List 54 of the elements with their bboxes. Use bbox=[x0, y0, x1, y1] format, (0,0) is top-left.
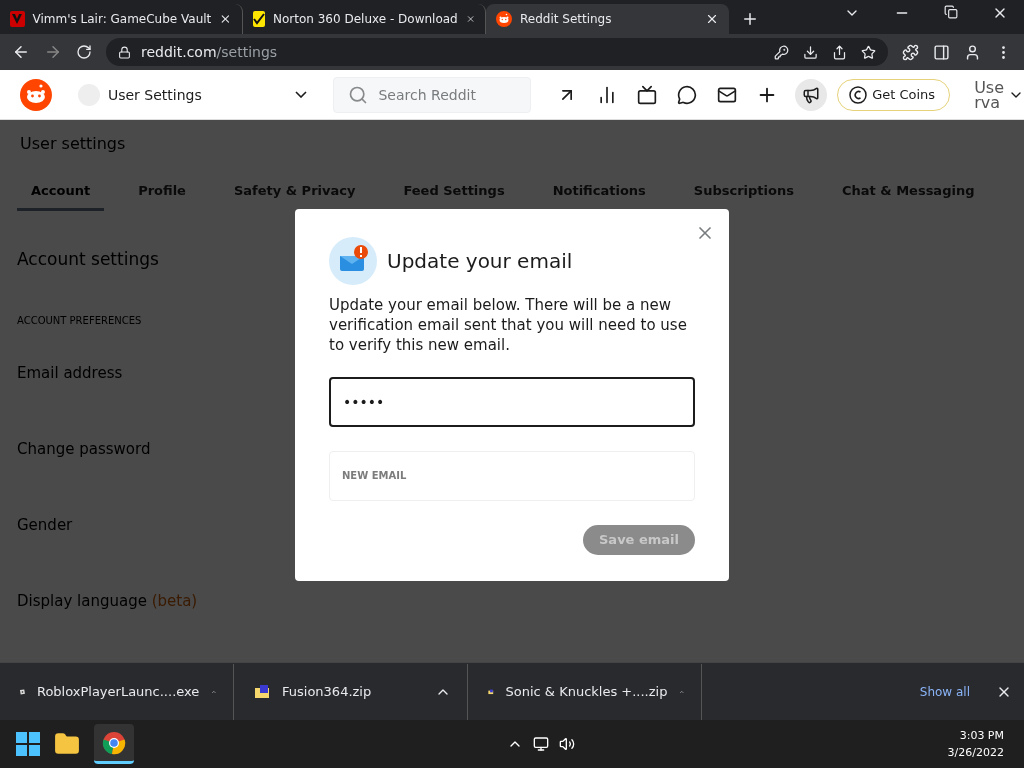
address-bar[interactable]: reddit.com/settings bbox=[106, 38, 888, 66]
side-panel-icon[interactable] bbox=[933, 43, 950, 61]
site-favicon-icon bbox=[10, 11, 25, 27]
search-icon bbox=[348, 84, 369, 105]
install-icon[interactable] bbox=[803, 44, 818, 60]
reload-icon[interactable] bbox=[76, 44, 92, 60]
envelope-alert-icon bbox=[329, 237, 377, 285]
start-icon[interactable] bbox=[16, 732, 40, 756]
dialog-title: Update your email bbox=[387, 249, 573, 273]
email-field[interactable]: NEW EMAIL bbox=[329, 450, 695, 501]
group-label: ACCOUNT PREFERENCES bbox=[17, 315, 142, 326]
close-tab-icon[interactable] bbox=[705, 12, 719, 26]
network-icon[interactable] bbox=[532, 736, 549, 752]
reddit-logo-icon[interactable] bbox=[496, 11, 512, 27]
folder-icon[interactable] bbox=[54, 731, 80, 757]
url-text: reddit.com/settings bbox=[141, 44, 278, 60]
share-icon[interactable] bbox=[832, 44, 847, 60]
restore-icon[interactable] bbox=[944, 5, 958, 19]
setting-title: Email address bbox=[17, 364, 123, 382]
coin-icon bbox=[848, 84, 869, 105]
user-menu[interactable]: Use rva bbox=[974, 79, 1024, 110]
bookmark-star-icon[interactable] bbox=[861, 44, 876, 60]
extensions-icon[interactable] bbox=[902, 43, 919, 61]
browser-tab[interactable]: Reddit Settings bbox=[486, 4, 729, 34]
checkmark-favicon-icon bbox=[253, 11, 265, 27]
setting-title: Gender bbox=[17, 516, 73, 534]
clock[interactable]: 3:03 PM 3/26/2022 bbox=[947, 727, 1004, 761]
search-input[interactable]: Search Reddit bbox=[376, 85, 497, 104]
dialog-text: Update your email below. There will be a new verification email sent that you will need to use to verify this new email. bbox=[329, 295, 688, 355]
download-item[interactable]: RobloxPlayerLaunc....exe bbox=[0, 663, 234, 720]
new-tab-icon[interactable] bbox=[741, 10, 759, 28]
section-title: Account settings bbox=[17, 249, 159, 269]
browser-icon bbox=[102, 730, 126, 755]
browser-taskbar-button[interactable] bbox=[94, 724, 134, 764]
lock-icon bbox=[118, 45, 131, 59]
caret-icon bbox=[295, 91, 308, 98]
archive-icon bbox=[254, 683, 270, 700]
key-icon[interactable] bbox=[774, 44, 789, 60]
page-title: User settings bbox=[20, 134, 126, 153]
forward-icon[interactable] bbox=[44, 43, 62, 61]
volume-icon[interactable] bbox=[558, 736, 575, 752]
setting-title: Change password bbox=[17, 440, 151, 458]
search-field[interactable]: Search Reddit bbox=[333, 76, 532, 113]
back-icon[interactable] bbox=[12, 43, 30, 61]
location-dropdown[interactable]: User Settings bbox=[77, 76, 308, 113]
setting-title: Display language (beta) bbox=[17, 592, 198, 610]
password-field[interactable]: ••••• bbox=[329, 377, 695, 427]
download-item[interactable]: Fusion364.zip bbox=[234, 663, 468, 720]
megaphone-icon[interactable] bbox=[795, 78, 828, 111]
download-item[interactable]: Sonic & Knuckles +....zip bbox=[468, 663, 702, 720]
get-coins-button[interactable]: Get Coins bbox=[837, 78, 951, 111]
close-tab-icon[interactable] bbox=[219, 12, 232, 26]
profile-icon[interactable] bbox=[964, 43, 981, 61]
show-all-link[interactable]: Show all bbox=[919, 684, 970, 699]
